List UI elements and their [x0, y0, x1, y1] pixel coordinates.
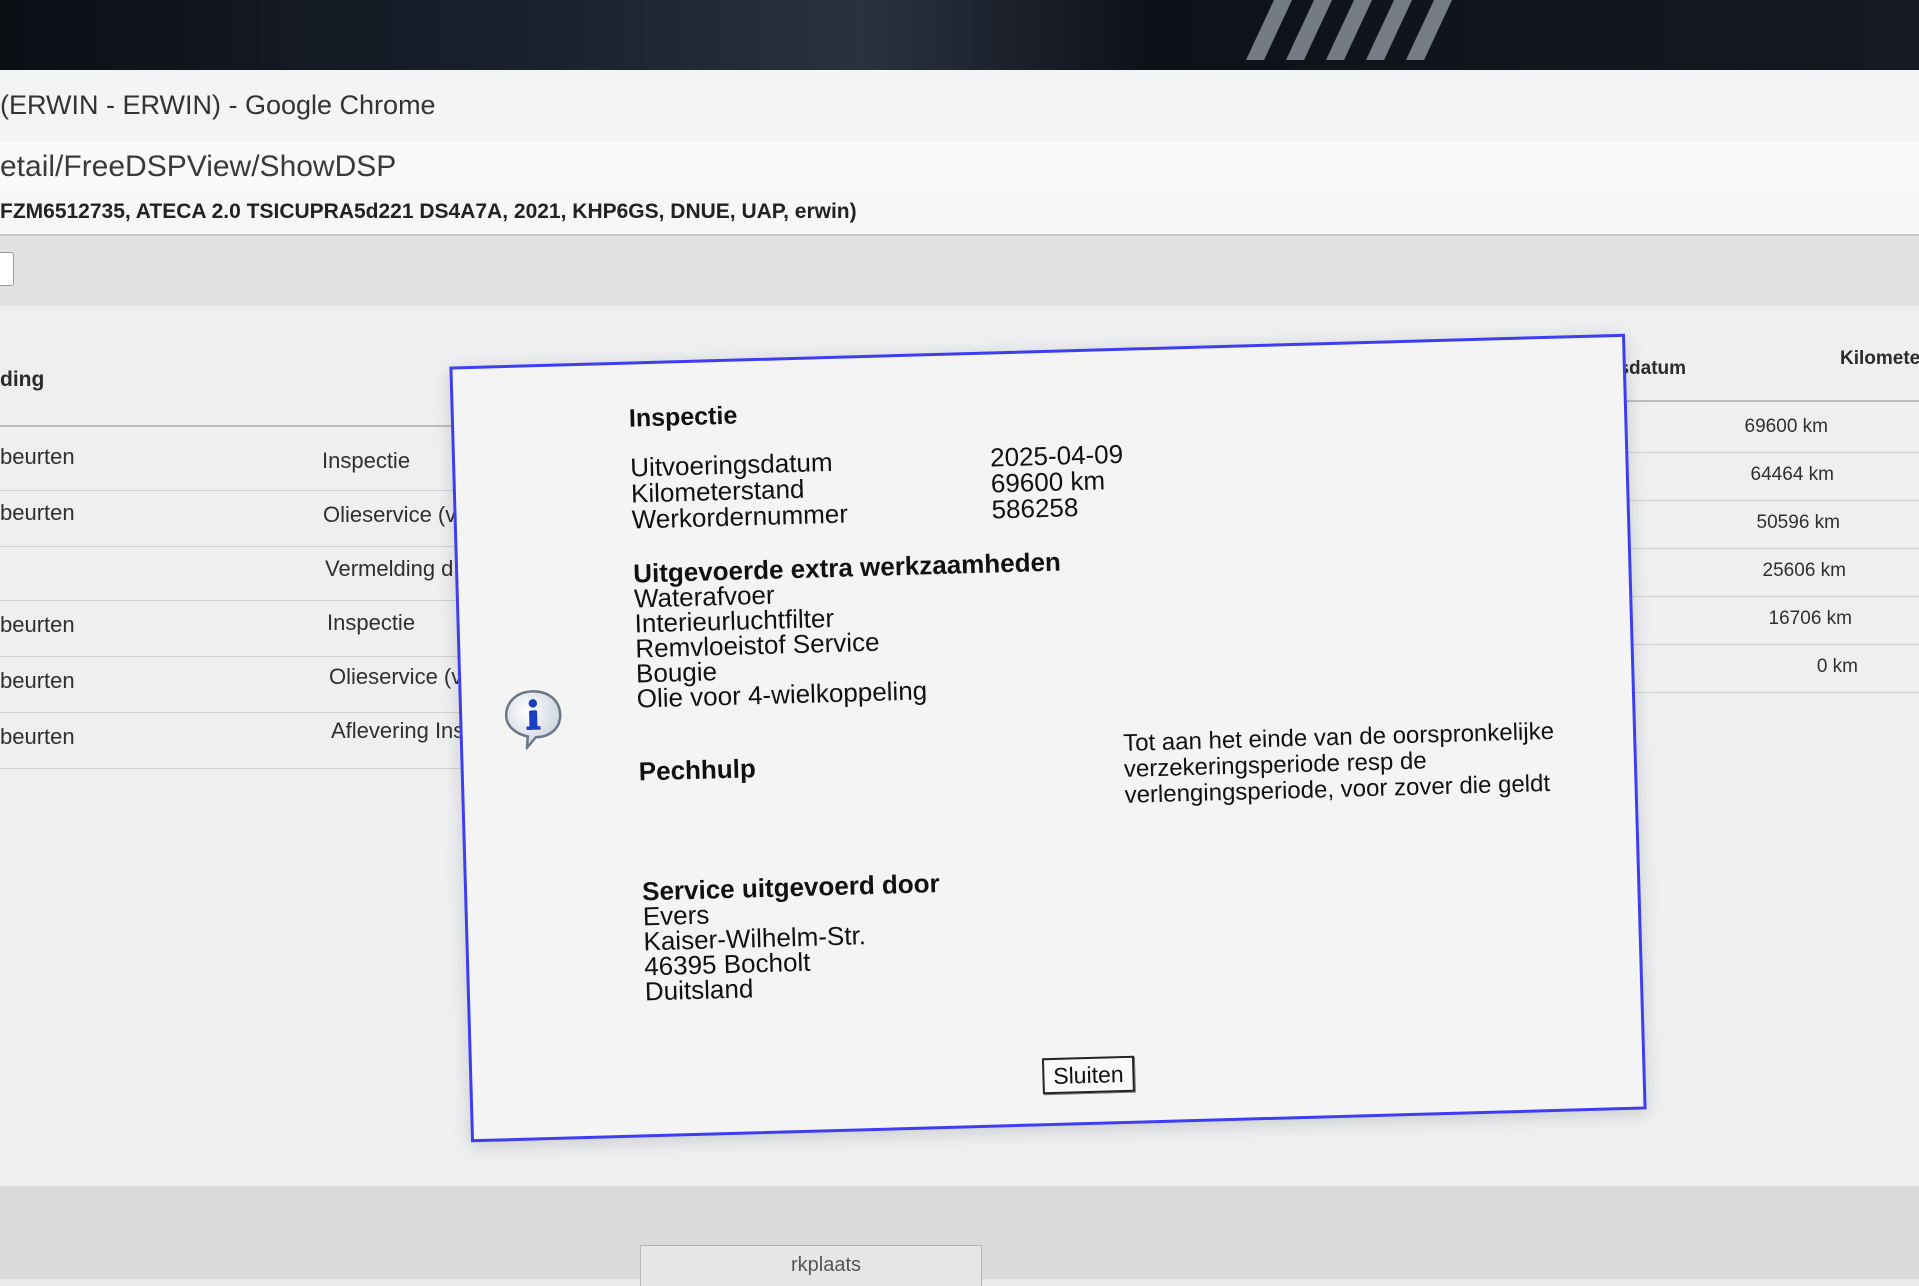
- toolbar: [0, 236, 1919, 307]
- row-divider: [0, 656, 470, 657]
- row-service: Vermelding d: [325, 556, 454, 581]
- field-value-order: 586258: [991, 492, 1079, 525]
- extra-work-list: Waterafvoer Interieurluchtfilter Remvloe…: [634, 578, 928, 714]
- row-divider: [0, 600, 470, 601]
- row-type: beurten: [0, 724, 75, 749]
- header-divider: [0, 425, 470, 427]
- list-item: Olie voor 4-wielkoppeling: [636, 675, 928, 714]
- window-title: (ERWIN - ERWIN) - Google Chrome: [0, 90, 436, 120]
- row-divider: [0, 768, 470, 769]
- field-label-order: Werkordernummer: [631, 498, 849, 535]
- row-km: 16706 km: [1768, 608, 1852, 629]
- vehicle-info-bar: FZM6512735, ATECA 2.0 TSICUPRA5d221 DS4A…: [0, 192, 1919, 236]
- row-type: beurten: [0, 668, 75, 693]
- row-divider-right: [1580, 500, 1919, 501]
- row-service: Inspectie: [327, 610, 416, 635]
- bottom-tab-label: rkplaats: [791, 1254, 862, 1276]
- url-text[interactable]: etail/FreeDSPView/ShowDSP: [0, 150, 396, 184]
- row-service: Aflevering Ins: [331, 718, 465, 743]
- blind-slat: [1406, 0, 1452, 60]
- row-km: 69600 km: [1744, 416, 1828, 437]
- pechhulp-text: Tot aan het einde van de oorspronkelijke…: [1122, 717, 1555, 809]
- blind-slat: [1246, 0, 1292, 60]
- column-header-type: ding: [0, 368, 45, 391]
- toolbar-button[interactable]: [0, 252, 14, 286]
- vehicle-info: FZM6512735, ATECA 2.0 TSICUPRA5d221 DS4A…: [0, 200, 857, 223]
- bottom-tab[interactable]: rkplaats: [640, 1245, 982, 1286]
- row-type: beurten: [0, 612, 75, 637]
- row-service: Olieservice (v: [323, 502, 457, 527]
- inspection-detail-dialog: Inspectie Uitvoeringsdatum Kilometerstan…: [449, 333, 1647, 1143]
- close-button[interactable]: Sluiten: [1041, 1055, 1135, 1095]
- address-bar[interactable]: etail/FreeDSPView/ShowDSP: [0, 142, 1919, 193]
- blind-slat: [1326, 0, 1372, 60]
- row-divider: [0, 546, 470, 547]
- background-window-blinds: [0, 0, 1919, 70]
- blind-slat: [1286, 0, 1332, 60]
- row-service: Inspectie: [322, 448, 411, 473]
- header-divider-right: [1580, 400, 1919, 402]
- row-divider: [0, 490, 470, 491]
- dialog-title: Inspectie: [628, 401, 738, 433]
- browser-title-bar: (ERWIN - ERWIN) - Google Chrome: [0, 70, 1919, 143]
- service-address: Evers Kaiser-Wilhelm-Str. 46395 Bocholt …: [642, 898, 867, 1007]
- row-type: beurten: [0, 444, 75, 469]
- blind-slat: [1366, 0, 1412, 60]
- row-km: 64464 km: [1750, 464, 1834, 485]
- info-icon: [504, 690, 562, 751]
- row-service: Olieservice (v: [329, 664, 463, 689]
- row-type: beurten: [0, 500, 75, 525]
- column-header-km: Kilomete: [1840, 348, 1919, 369]
- row-divider: [0, 712, 470, 713]
- row-divider-right: [1580, 452, 1919, 453]
- row-km: 0 km: [1816, 656, 1858, 677]
- row-km: 50596 km: [1756, 512, 1840, 533]
- pechhulp-label: Pechhulp: [638, 753, 757, 787]
- row-km: 25606 km: [1762, 560, 1846, 581]
